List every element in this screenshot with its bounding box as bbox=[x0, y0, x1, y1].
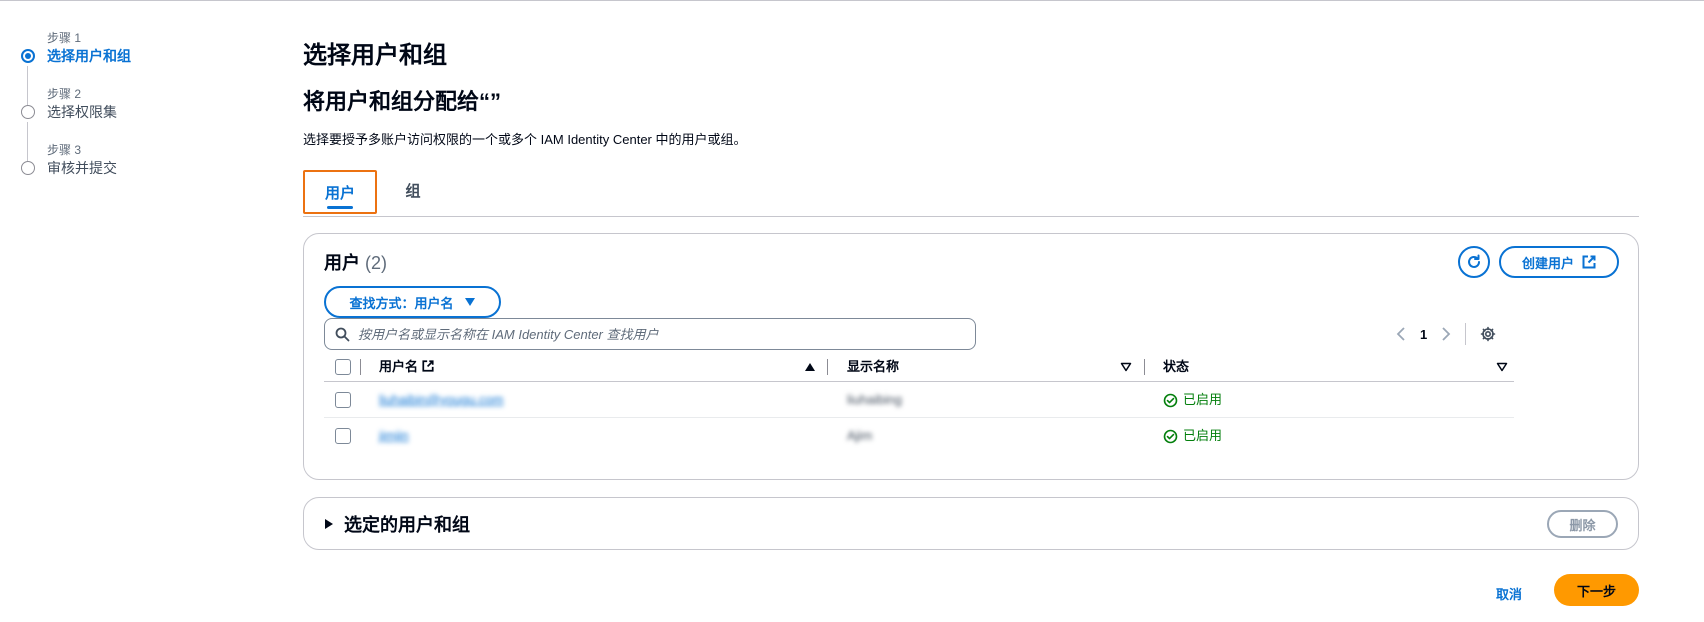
users-panel: 用户 (2) 创建用户 查找方式：用户名 按用户名或显示名称在 IAM Iden… bbox=[303, 233, 1639, 480]
sort-icon[interactable] bbox=[1120, 362, 1132, 372]
column-separator bbox=[1144, 359, 1145, 375]
column-separator bbox=[360, 359, 361, 375]
users-panel-title: 用户 bbox=[324, 253, 360, 273]
create-user-label: 创建用户 bbox=[1521, 255, 1574, 271]
page-subtitle: 将用户和组分配给“” bbox=[303, 89, 502, 114]
step-1-number: 步骤 1 bbox=[47, 31, 82, 45]
sort-ascending-icon[interactable] bbox=[804, 362, 816, 372]
page-title: 选择用户和组 bbox=[303, 42, 447, 69]
table-row: jimjin Ajim 已启用 bbox=[324, 418, 1514, 454]
filter-property-label: 查找方式：用户名 bbox=[349, 295, 454, 311]
create-user-button[interactable]: 创建用户 bbox=[1499, 246, 1619, 278]
row-checkbox[interactable] bbox=[335, 392, 351, 408]
tab-bar: 用户 组 bbox=[303, 170, 1639, 217]
page-description: 选择要授予多账户访问权限的一个或多个 IAM Identity Center 中… bbox=[303, 132, 747, 147]
step-2-number: 步骤 2 bbox=[47, 87, 82, 101]
main-content: 选择用户和组 将用户和组分配给“” 选择要授予多账户访问权限的一个或多个 IAM… bbox=[303, 0, 1639, 622]
column-username-label: 用户名 bbox=[379, 359, 419, 374]
users-panel-header: 用户 (2) bbox=[324, 250, 387, 276]
chevron-left-icon[interactable] bbox=[1396, 327, 1406, 341]
step-2-circle-icon bbox=[21, 105, 35, 119]
step-1[interactable]: 步骤 1 选择用户和组 bbox=[20, 30, 240, 106]
table-row: liuhaibin@yougu.com liuhaibing 已启用 bbox=[324, 382, 1514, 418]
cancel-button[interactable]: 取消 bbox=[1496, 580, 1522, 610]
external-link-icon bbox=[1582, 255, 1596, 269]
status-badge: 已启用 bbox=[1163, 418, 1222, 454]
check-circle-icon bbox=[1163, 393, 1178, 407]
column-header-status[interactable]: 状态 bbox=[1163, 352, 1189, 382]
step-2-title: 选择权限集 bbox=[47, 104, 117, 120]
check-circle-icon bbox=[1163, 429, 1178, 443]
search-box bbox=[324, 318, 976, 350]
step-3-number: 步骤 3 bbox=[47, 143, 82, 157]
row-checkbox[interactable] bbox=[335, 428, 351, 444]
column-header-username[interactable]: 用户名 bbox=[379, 352, 434, 382]
users-count: (2) bbox=[365, 253, 388, 273]
table-header: 用户名 显示名称 状态 bbox=[324, 352, 1514, 382]
step-3-circle-icon bbox=[21, 161, 35, 175]
step-1-title: 选择用户和组 bbox=[47, 48, 131, 64]
filter-property-button[interactable]: 查找方式：用户名 bbox=[324, 286, 501, 318]
page-number[interactable]: 1 bbox=[1420, 327, 1427, 342]
step-3[interactable]: 步骤 3 审核并提交 bbox=[20, 142, 240, 198]
selected-panel: 选定的用户和组 删除 bbox=[303, 497, 1639, 550]
selected-panel-title: 选定的用户和组 bbox=[344, 515, 470, 535]
refresh-icon bbox=[1468, 254, 1480, 268]
tab-users[interactable]: 用户 bbox=[303, 170, 377, 214]
select-all-checkbox[interactable] bbox=[335, 359, 351, 375]
display-name: Ajim bbox=[847, 428, 873, 443]
next-button[interactable]: 下一步 bbox=[1554, 574, 1639, 606]
sort-icon[interactable] bbox=[1496, 362, 1508, 372]
step-2[interactable]: 步骤 2 选择权限集 bbox=[20, 86, 240, 162]
display-name: liuhaibing bbox=[847, 392, 902, 407]
gear-icon[interactable] bbox=[1480, 326, 1496, 342]
tab-groups[interactable]: 组 bbox=[393, 170, 433, 214]
caret-down-icon bbox=[464, 298, 475, 306]
column-header-display-name[interactable]: 显示名称 bbox=[847, 352, 899, 382]
refresh-button[interactable] bbox=[1458, 246, 1490, 278]
step-1-active-icon bbox=[21, 49, 35, 63]
users-table: 用户名 显示名称 状态 liuhaibin@yougu.com liuhaibi… bbox=[324, 352, 1514, 454]
search-icon bbox=[335, 327, 350, 341]
caret-right-icon bbox=[325, 519, 333, 529]
status-badge: 已启用 bbox=[1163, 382, 1222, 418]
chevron-right-icon[interactable] bbox=[1441, 327, 1451, 341]
remove-button[interactable]: 删除 bbox=[1547, 510, 1618, 538]
search-input[interactable] bbox=[358, 326, 958, 342]
pager-divider bbox=[1465, 323, 1467, 345]
wizard-stepper: 步骤 1 选择用户和组 步骤 2 选择权限集 步骤 3 审核并提交 bbox=[20, 30, 240, 198]
pagination: 1 bbox=[1396, 318, 1496, 350]
username-link[interactable]: jimjin bbox=[379, 418, 409, 454]
selected-panel-toggle[interactable]: 选定的用户和组 bbox=[324, 510, 470, 538]
step-3-title: 审核并提交 bbox=[47, 160, 117, 176]
external-link-icon bbox=[422, 360, 434, 372]
column-separator bbox=[827, 359, 828, 375]
username-link[interactable]: liuhaibin@yougu.com bbox=[379, 382, 504, 418]
